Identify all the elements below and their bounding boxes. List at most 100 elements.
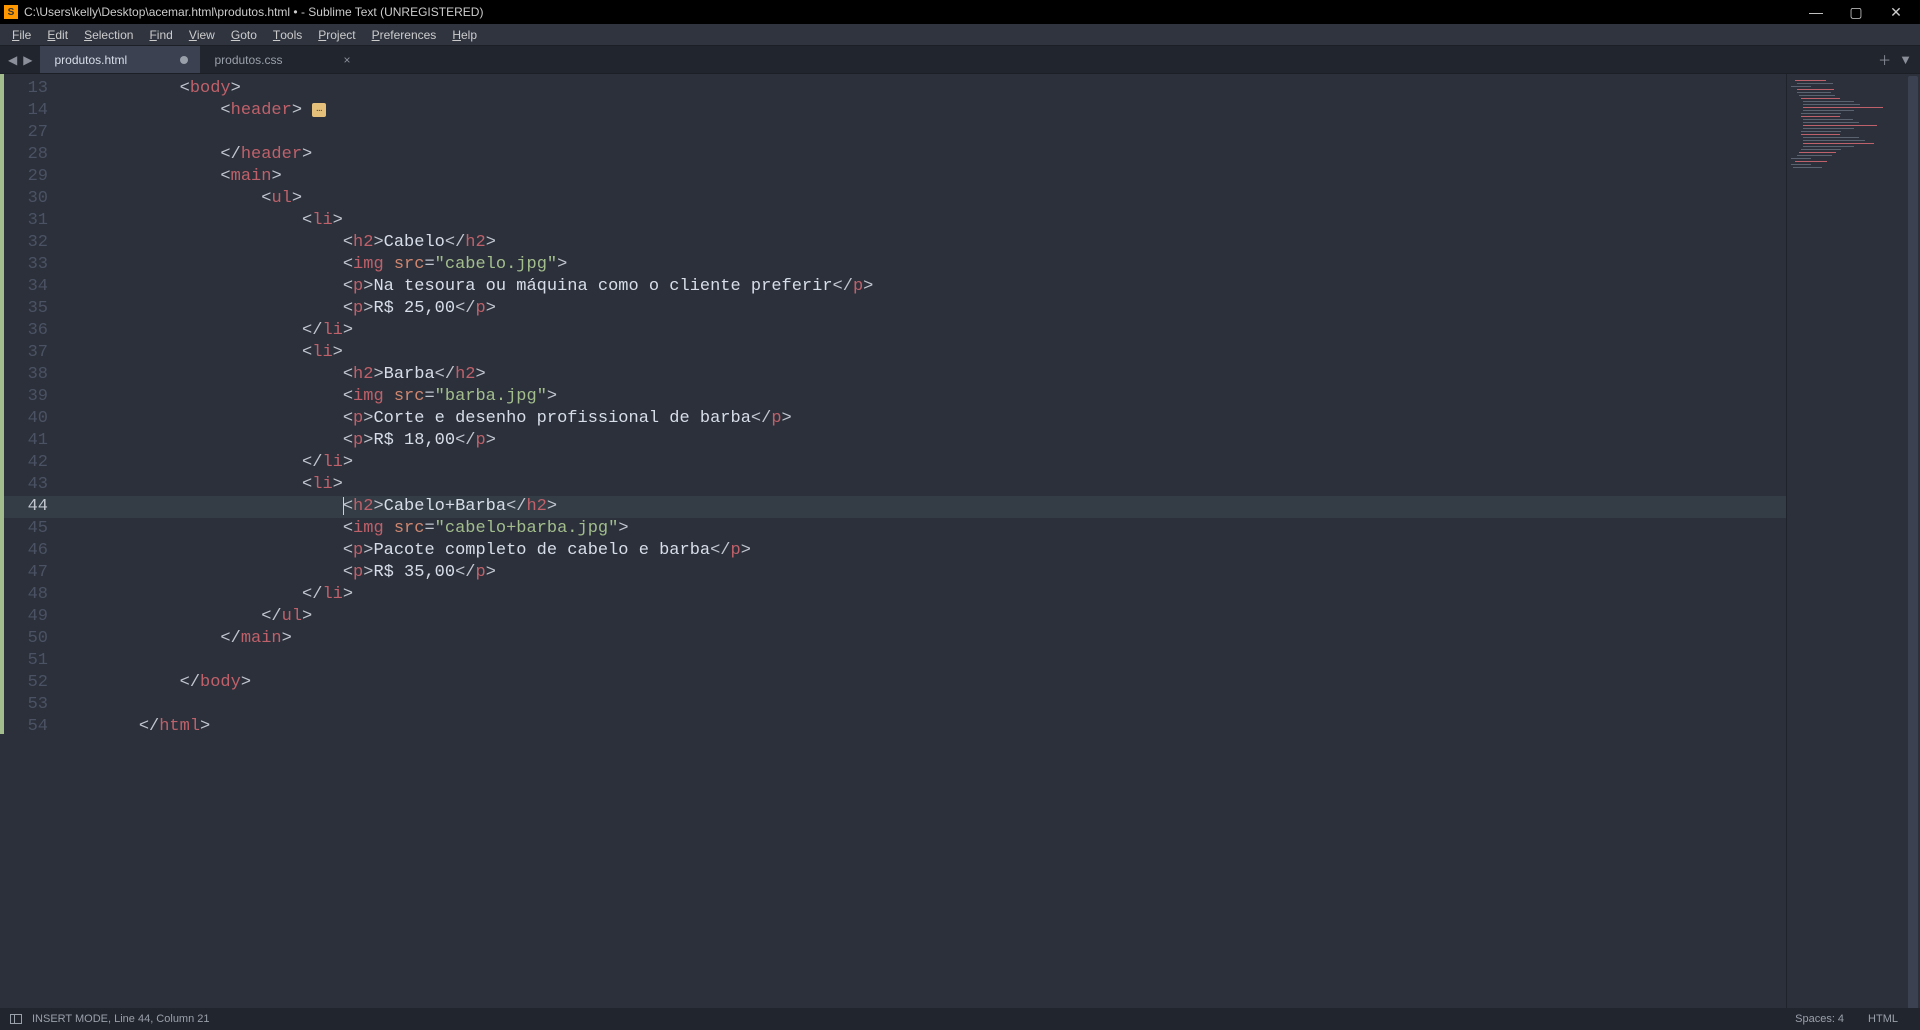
line-number[interactable]: 38 xyxy=(4,364,48,386)
line-number[interactable]: 44 xyxy=(4,496,58,518)
tab-close-icon[interactable]: × xyxy=(343,53,350,67)
status-mode[interactable]: INSERT MODE, Line 44, Column 21 xyxy=(32,1013,210,1025)
scrollbar-thumb[interactable] xyxy=(1908,76,1918,1008)
status-spaces[interactable]: Spaces: 4 xyxy=(1783,1013,1856,1025)
line-number[interactable]: 14 xyxy=(4,100,48,122)
status-bar: INSERT MODE, Line 44, Column 21 Spaces: … xyxy=(0,1008,1920,1030)
maximize-button[interactable]: ▢ xyxy=(1836,0,1876,24)
tab-produtos-css[interactable]: produtos.css × xyxy=(200,46,360,73)
fold-marker[interactable]: … xyxy=(312,103,326,117)
menu-find[interactable]: Find xyxy=(141,24,180,45)
code-editor[interactable]: <body> <header> … </header> <main> <ul> … xyxy=(58,74,1786,1008)
code-line[interactable] xyxy=(58,694,1786,716)
code-line[interactable]: <header> … xyxy=(58,100,1786,122)
code-line[interactable]: </li> xyxy=(58,320,1786,342)
menu-project[interactable]: Project xyxy=(310,24,363,45)
line-number[interactable]: 40 xyxy=(4,408,48,430)
code-line[interactable]: <p>Pacote completo de cabelo e barba</p> xyxy=(58,540,1786,562)
tab-produtos-html[interactable]: produtos.html xyxy=(40,46,200,73)
menu-file[interactable]: File xyxy=(4,24,39,45)
code-line[interactable]: <ul> xyxy=(58,188,1786,210)
menu-view[interactable]: View xyxy=(181,24,223,45)
code-line[interactable]: </li> xyxy=(58,584,1786,606)
line-number[interactable]: 27 xyxy=(4,122,48,144)
line-number[interactable]: 49 xyxy=(4,606,48,628)
line-number[interactable]: 46 xyxy=(4,540,48,562)
line-number[interactable]: 41 xyxy=(4,430,48,452)
tab-nav-arrows[interactable]: ◀ ▶ xyxy=(0,46,40,73)
line-number[interactable]: 45 xyxy=(4,518,48,540)
code-line[interactable]: </ul> xyxy=(58,606,1786,628)
code-line[interactable]: </header> xyxy=(58,144,1786,166)
code-line[interactable]: <p>R$ 35,00</p> xyxy=(58,562,1786,584)
tab-label: produtos.html xyxy=(54,53,127,67)
nav-prev-icon[interactable]: ◀ xyxy=(6,53,19,67)
menu-selection[interactable]: Selection xyxy=(76,24,141,45)
line-number[interactable]: 31 xyxy=(4,210,48,232)
code-line[interactable]: <p>Na tesoura ou máquina como o cliente … xyxy=(58,276,1786,298)
window-titlebar: S C:\Users\kelly\Desktop\acemar.html\pro… xyxy=(0,0,1920,24)
line-number[interactable]: 43 xyxy=(4,474,48,496)
line-number[interactable]: 39 xyxy=(4,386,48,408)
line-number[interactable]: 32 xyxy=(4,232,48,254)
line-number[interactable]: 34 xyxy=(4,276,48,298)
code-line[interactable]: <img src="cabelo+barba.jpg"> xyxy=(58,518,1786,540)
code-line[interactable]: <img src="cabelo.jpg"> xyxy=(58,254,1786,276)
line-number[interactable]: 50 xyxy=(4,628,48,650)
code-line[interactable] xyxy=(58,650,1786,672)
code-line[interactable]: <p>Corte e desenho profissional de barba… xyxy=(58,408,1786,430)
line-number[interactable]: 53 xyxy=(4,694,48,716)
line-number-gutter[interactable]: 1314272829303132333435363738394041424344… xyxy=(4,74,58,1008)
menu-edit[interactable]: Edit xyxy=(39,24,76,45)
line-number[interactable]: 36 xyxy=(4,320,48,342)
line-number[interactable]: 54 xyxy=(4,716,48,738)
line-number[interactable]: 47 xyxy=(4,562,48,584)
tab-label: produtos.css xyxy=(214,53,282,67)
code-line[interactable]: <h2>Barba</h2> xyxy=(58,364,1786,386)
menu-help[interactable]: Help xyxy=(444,24,485,45)
code-line[interactable]: </html> xyxy=(58,716,1786,738)
line-number[interactable]: 37 xyxy=(4,342,48,364)
code-line[interactable]: <h2>Cabelo+Barba</h2> xyxy=(58,496,1786,518)
code-line[interactable]: </li> xyxy=(58,452,1786,474)
line-number[interactable]: 28 xyxy=(4,144,48,166)
minimize-button[interactable]: — xyxy=(1796,0,1836,24)
line-number[interactable]: 35 xyxy=(4,298,48,320)
tab-menu-icon[interactable]: ▼ xyxy=(1899,52,1912,67)
new-tab-icon[interactable]: ＋ xyxy=(1878,50,1891,69)
line-number[interactable]: 33 xyxy=(4,254,48,276)
minimap[interactable] xyxy=(1786,74,1906,1008)
code-line[interactable]: </body> xyxy=(58,672,1786,694)
code-line[interactable]: <li> xyxy=(58,210,1786,232)
close-button[interactable]: ✕ xyxy=(1876,0,1916,24)
panel-toggle-icon[interactable] xyxy=(10,1014,22,1024)
line-number[interactable]: 48 xyxy=(4,584,48,606)
status-syntax[interactable]: HTML xyxy=(1856,1013,1910,1025)
code-line[interactable]: <h2>Cabelo</h2> xyxy=(58,232,1786,254)
line-number[interactable]: 30 xyxy=(4,188,48,210)
menu-bar: FileEditSelectionFindViewGotoToolsProjec… xyxy=(0,24,1920,46)
code-line[interactable]: <body> xyxy=(58,78,1786,100)
nav-next-icon[interactable]: ▶ xyxy=(21,53,34,67)
code-line[interactable]: <li> xyxy=(58,342,1786,364)
vertical-scrollbar[interactable] xyxy=(1906,74,1920,1008)
tab-bar: ◀ ▶ produtos.html produtos.css × ＋ ▼ xyxy=(0,46,1920,74)
code-line[interactable]: <p>R$ 18,00</p> xyxy=(58,430,1786,452)
line-number[interactable]: 52 xyxy=(4,672,48,694)
code-line[interactable]: <p>R$ 25,00</p> xyxy=(58,298,1786,320)
menu-preferences[interactable]: Preferences xyxy=(364,24,445,45)
editor-area[interactable]: 1314272829303132333435363738394041424344… xyxy=(0,74,1920,1008)
line-number[interactable]: 42 xyxy=(4,452,48,474)
code-line[interactable]: <li> xyxy=(58,474,1786,496)
line-number[interactable]: 29 xyxy=(4,166,48,188)
line-number[interactable]: 13 xyxy=(4,78,48,100)
window-title: C:\Users\kelly\Desktop\acemar.html\produ… xyxy=(24,5,1796,19)
code-line[interactable]: </main> xyxy=(58,628,1786,650)
app-icon: S xyxy=(4,5,18,19)
menu-goto[interactable]: Goto xyxy=(223,24,265,45)
code-line[interactable] xyxy=(58,122,1786,144)
line-number[interactable]: 51 xyxy=(4,650,48,672)
code-line[interactable]: <img src="barba.jpg"> xyxy=(58,386,1786,408)
code-line[interactable]: <main> xyxy=(58,166,1786,188)
menu-tools[interactable]: Tools xyxy=(265,24,310,45)
